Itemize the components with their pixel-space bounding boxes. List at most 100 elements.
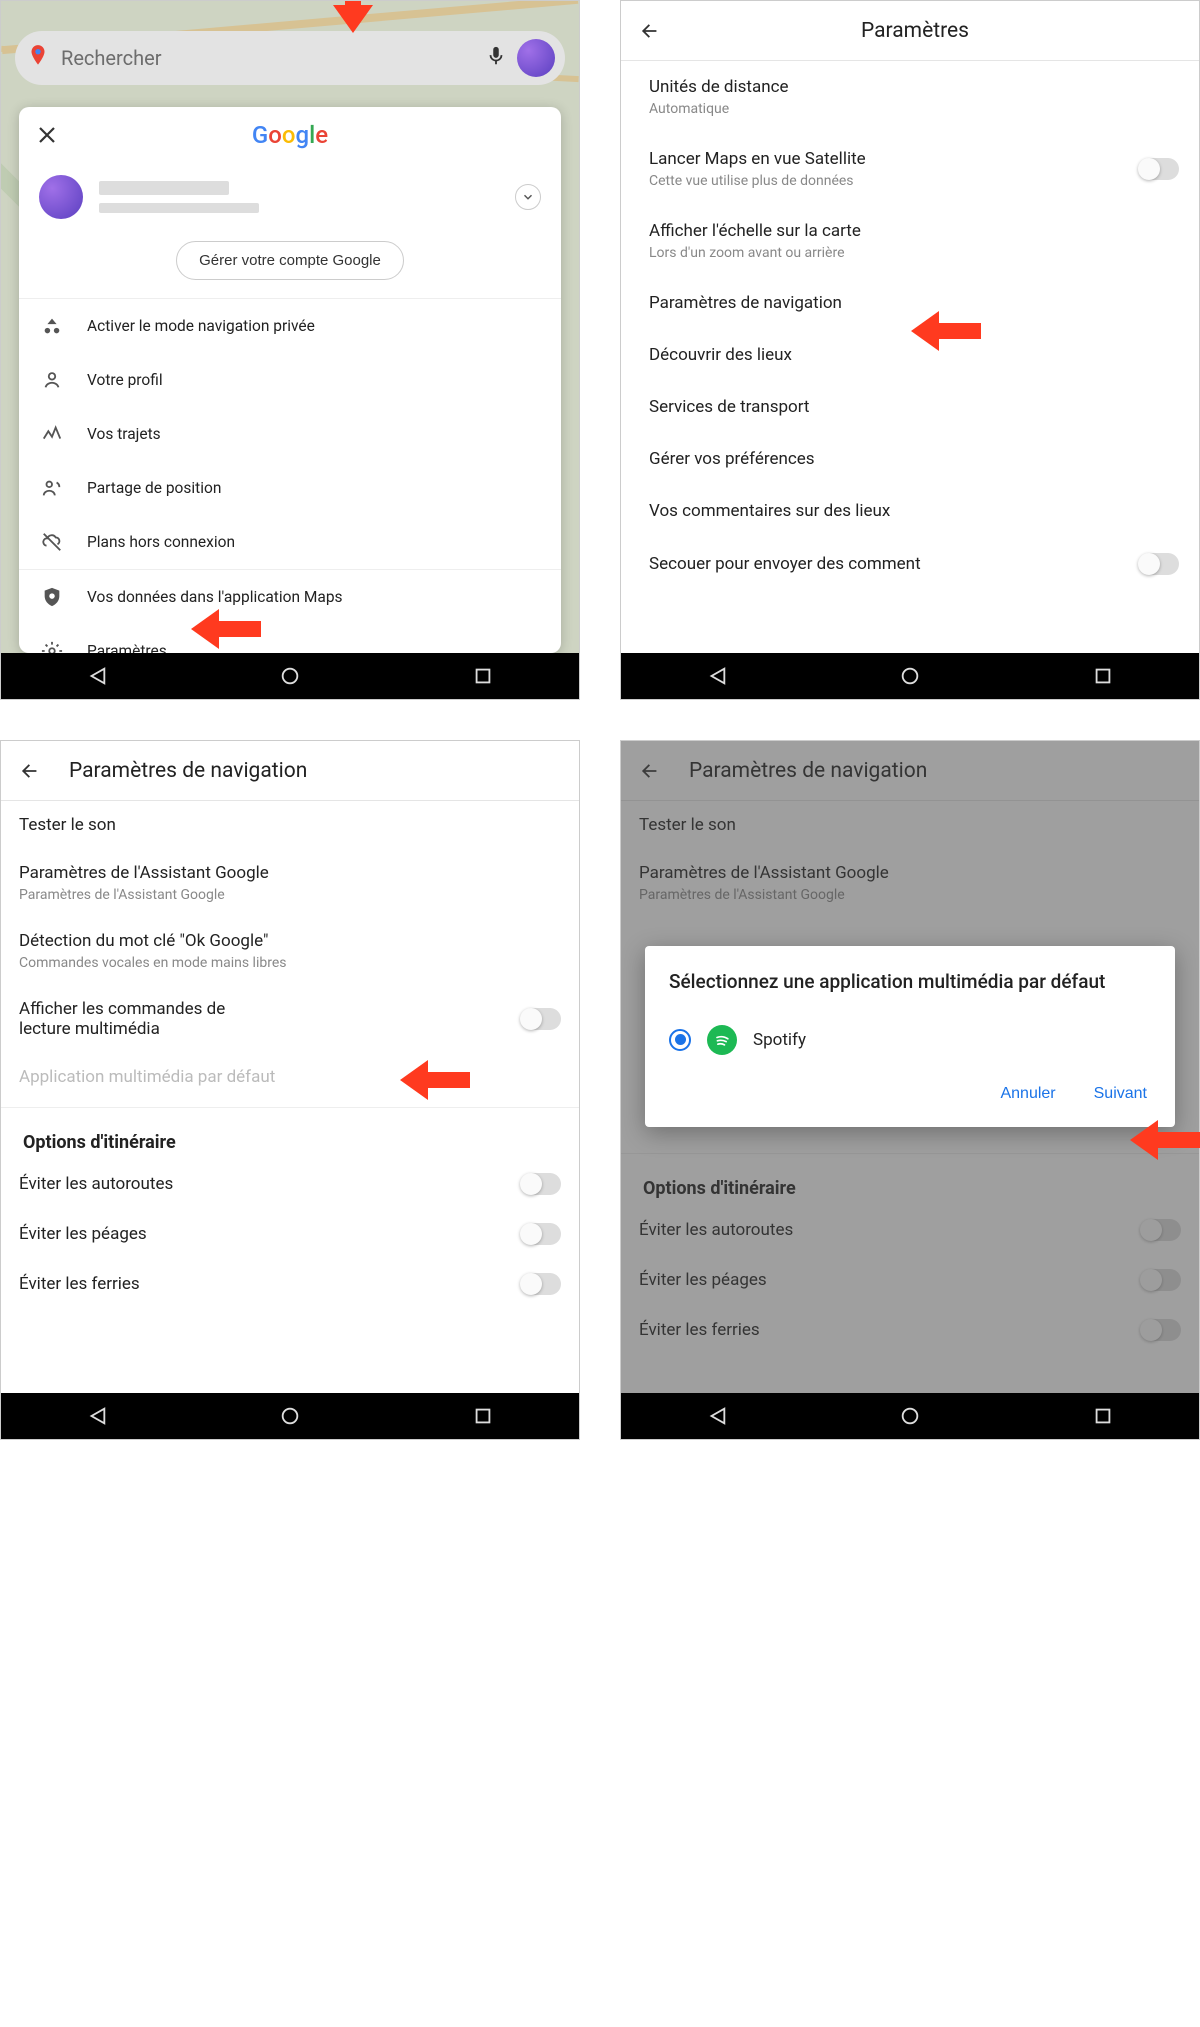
nav-recent-icon[interactable]	[1092, 1405, 1114, 1427]
setting-okgoogle[interactable]: Détection du mot clé "Ok Google" Command…	[1, 917, 579, 985]
dialog-title: Sélectionnez une application multimédia …	[669, 970, 1151, 995]
nav-home-icon[interactable]	[899, 1405, 921, 1427]
menu-label: Partage de position	[87, 479, 221, 497]
nav-recent-icon[interactable]	[472, 1405, 494, 1427]
screen-nav-settings: Paramètres de navigation Tester le son P…	[0, 740, 580, 1440]
nav-settings-list[interactable]: Tester le son Paramètres de l'Assistant …	[1, 801, 579, 1393]
location-share-icon	[41, 477, 63, 499]
setting-discover[interactable]: Découvrir des lieux	[621, 329, 1199, 381]
radio-selected-icon[interactable]	[669, 1029, 691, 1051]
topbar: Paramètres	[621, 1, 1199, 61]
sheet-header: Google	[19, 107, 561, 163]
setting-nav-settings[interactable]: Paramètres de navigation	[621, 277, 1199, 329]
menu-label: Paramètres	[87, 642, 167, 653]
callout-arrow-nav-settings	[911, 311, 981, 351]
spotify-icon	[707, 1025, 737, 1055]
search-bar[interactable]: Rechercher	[15, 31, 565, 85]
toggle-shake[interactable]	[1139, 553, 1179, 575]
setting-default-media: Application multimédia par défaut	[1, 1053, 579, 1101]
setting-scale[interactable]: Afficher l'échelle sur la carte Lors d'u…	[621, 205, 1199, 277]
topbar: Paramètres de navigation	[1, 741, 579, 801]
settings-list[interactable]: Unités de distance Automatique Lancer Ma…	[621, 61, 1199, 653]
setting-units[interactable]: Unités de distance Automatique	[621, 61, 1199, 133]
toggle-media-controls[interactable]	[521, 1008, 561, 1030]
setting-avoid-tolls[interactable]: Éviter les péages	[1, 1209, 579, 1259]
setting-avoid-ferries[interactable]: Éviter les ferries	[1, 1259, 579, 1297]
menu-settings[interactable]: Paramètres	[19, 624, 561, 653]
nav-home-icon[interactable]	[279, 1405, 301, 1427]
option-spotify[interactable]: Spotify	[669, 1017, 1151, 1077]
manage-account-button[interactable]: Gérer votre compte Google	[176, 241, 404, 280]
android-nav-bar	[1, 653, 579, 699]
setting-preferences[interactable]: Gérer vos préférences	[621, 433, 1199, 485]
gear-icon	[41, 640, 63, 653]
account-row[interactable]	[19, 163, 561, 231]
nav-back-icon[interactable]	[86, 1405, 108, 1427]
setting-assistant[interactable]: Paramètres de l'Assistant Google Paramèt…	[1, 849, 579, 917]
menu-trips[interactable]: Vos trajets	[19, 407, 561, 461]
toggle-ferries[interactable]	[521, 1273, 561, 1295]
toggle-satellite[interactable]	[1139, 158, 1179, 180]
google-logo: Google	[252, 121, 328, 149]
section-route-options: Options d'itinéraire	[1, 1114, 579, 1159]
nav-home-icon[interactable]	[899, 665, 921, 687]
menu-incognito[interactable]: Activer le mode navigation privée	[19, 299, 561, 353]
menu-label: Plans hors connexion	[87, 533, 235, 551]
setting-avoid-highways[interactable]: Éviter les autoroutes	[1, 1159, 579, 1209]
timeline-icon	[41, 423, 63, 445]
android-nav-bar	[1, 1393, 579, 1439]
page-title: Paramètres	[689, 19, 1141, 43]
callout-arrow-settings	[191, 609, 261, 649]
menu-label: Votre profil	[87, 371, 163, 389]
toggle-tolls[interactable]	[521, 1223, 561, 1245]
expand-accounts-button[interactable]	[515, 184, 541, 210]
search-placeholder: Rechercher	[61, 46, 475, 70]
setting-media-controls[interactable]: Afficher les commandes de lecture multim…	[1, 985, 579, 1053]
microphone-icon[interactable]	[485, 45, 507, 71]
menu-label: Vos trajets	[87, 425, 161, 443]
menu-your-data[interactable]: Vos données dans l'application Maps	[19, 570, 561, 624]
back-button[interactable]	[639, 20, 661, 42]
back-button[interactable]	[19, 760, 41, 782]
callout-arrow-avatar	[333, 0, 373, 33]
android-nav-bar	[621, 653, 1199, 699]
avatar	[39, 175, 83, 219]
setting-comments[interactable]: Vos commentaires sur des lieux	[621, 485, 1199, 537]
screen-media-dialog: Paramètres de navigation Tester le son P…	[620, 740, 1200, 1440]
nav-back-icon[interactable]	[86, 665, 108, 687]
nav-back-icon[interactable]	[706, 1405, 728, 1427]
profile-avatar-button[interactable]	[517, 39, 555, 77]
account-name-redacted	[99, 181, 499, 213]
next-button[interactable]: Suivant	[1090, 1077, 1151, 1111]
menu-profile[interactable]: Votre profil	[19, 353, 561, 407]
shield-icon	[41, 586, 63, 608]
option-label: Spotify	[753, 1030, 806, 1050]
nav-back-icon[interactable]	[706, 665, 728, 687]
nav-recent-icon[interactable]	[1092, 665, 1114, 687]
toggle-highways[interactable]	[521, 1173, 561, 1195]
media-app-dialog: Sélectionnez une application multimédia …	[645, 946, 1175, 1127]
chevron-down-icon	[521, 190, 535, 204]
screen-account-menu: Rechercher Google Gérer votre comp	[0, 0, 580, 700]
setting-test-sound[interactable]: Tester le son	[1, 801, 579, 849]
incognito-icon	[41, 315, 63, 337]
page-title: Paramètres de navigation	[69, 759, 561, 783]
setting-shake[interactable]: Secouer pour envoyer des comment	[621, 537, 1199, 577]
setting-transport[interactable]: Services de transport	[621, 381, 1199, 433]
close-icon[interactable]	[35, 123, 59, 147]
setting-satellite[interactable]: Lancer Maps en vue Satellite Cette vue u…	[621, 133, 1199, 205]
menu-label: Vos données dans l'application Maps	[87, 588, 343, 606]
cancel-button[interactable]: Annuler	[996, 1077, 1059, 1111]
menu-offline[interactable]: Plans hors connexion	[19, 515, 561, 569]
callout-arrow-media-toggle	[400, 1060, 470, 1100]
menu-label: Activer le mode navigation privée	[87, 317, 315, 335]
nav-home-icon[interactable]	[279, 665, 301, 687]
maps-pin-icon	[25, 43, 51, 73]
nav-recent-icon[interactable]	[472, 665, 494, 687]
account-sheet: Google Gérer votre compte Google Activer…	[19, 107, 561, 653]
android-nav-bar	[621, 1393, 1199, 1439]
menu-location-share[interactable]: Partage de position	[19, 461, 561, 515]
screen-settings: Paramètres Unités de distance Automatiqu…	[620, 0, 1200, 700]
callout-arrow-suivant	[1130, 1120, 1200, 1160]
person-icon	[41, 369, 63, 391]
